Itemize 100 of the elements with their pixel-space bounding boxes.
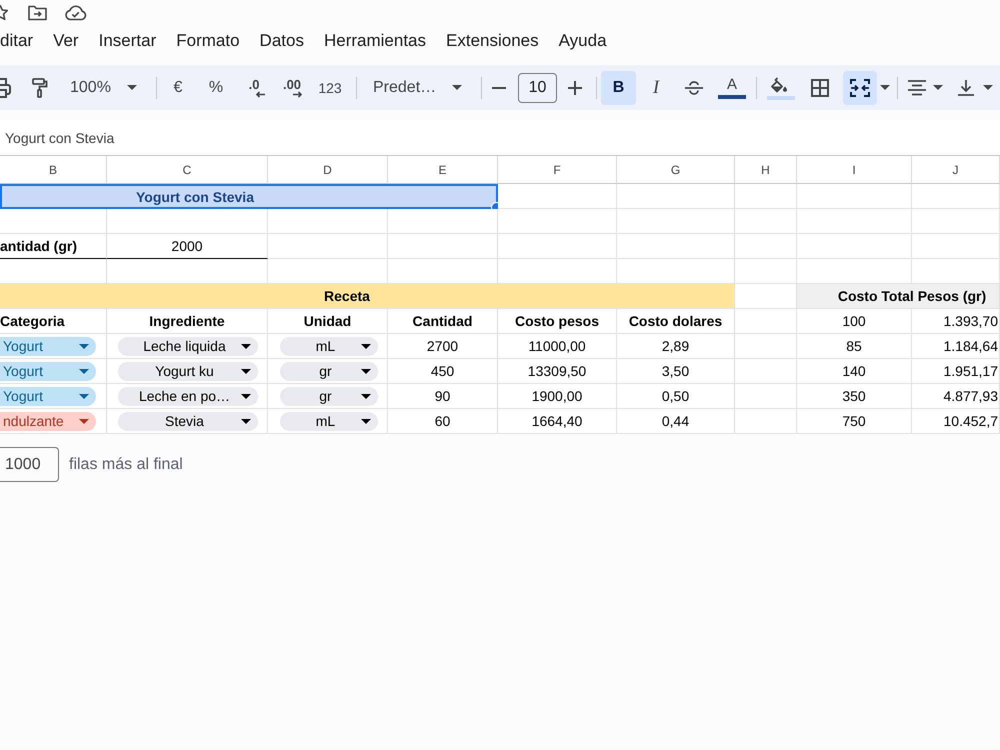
table-cell: 140: [797, 359, 912, 384]
table-cell: 750: [797, 409, 912, 434]
caret-icon: [79, 394, 89, 398]
category-dropdown-chip[interactable]: Yogurt: [0, 336, 96, 356]
zoom-dropdown[interactable]: 100%: [62, 70, 145, 104]
text-color-button[interactable]: A: [716, 70, 748, 104]
ingredient-dropdown-chip[interactable]: Stevia: [118, 412, 258, 430]
header-cell: Categoria: [0, 309, 107, 334]
caret-icon: [880, 85, 890, 90]
menu-item[interactable]: Herramientas: [324, 31, 426, 51]
italic-button[interactable]: I: [640, 70, 672, 104]
unit-dropdown-chip[interactable]: gr: [280, 362, 378, 380]
column-header[interactable]: D: [268, 156, 388, 184]
table-cell: 90: [388, 384, 498, 409]
caret-icon: [933, 85, 943, 90]
column-header[interactable]: E: [388, 156, 498, 184]
table-cell: 60: [388, 409, 498, 434]
table-cell: 1.393,70: [912, 309, 1000, 334]
paint-roller-icon: [32, 78, 48, 98]
table-cell: 85: [797, 334, 912, 359]
number-format-button[interactable]: 123: [314, 70, 346, 104]
caret-icon: [361, 418, 371, 424]
increase-decimals-button[interactable]: .00: [276, 70, 308, 104]
header-cell: Unidad: [268, 309, 388, 334]
folder-arrow-icon[interactable]: [28, 4, 47, 20]
column-header[interactable]: I: [797, 156, 912, 184]
table-cell: 450: [388, 359, 498, 384]
menu-item[interactable]: Ver: [53, 31, 79, 51]
column-header[interactable]: J: [912, 156, 1000, 184]
column-header[interactable]: F: [498, 156, 617, 184]
header-cell: Costo dolares: [617, 309, 735, 334]
decrease-decimals-button[interactable]: .0: [238, 70, 270, 104]
row-count-input[interactable]: 1000: [0, 447, 59, 482]
formula-input[interactable]: Yogurt con Stevia: [0, 120, 1000, 155]
table-cell: 0,50: [617, 384, 735, 409]
table-cell: 3,50: [617, 359, 735, 384]
add-rows-label: filas más al final: [69, 456, 183, 474]
bold-button[interactable]: B: [601, 70, 636, 104]
menu-item[interactable]: ditar: [0, 31, 34, 51]
unit-dropdown-chip[interactable]: mL: [280, 336, 378, 356]
caret-icon: [361, 394, 371, 398]
table-cell: antidad (gr): [0, 234, 107, 259]
ingredient-dropdown-chip[interactable]: Leche en po…: [118, 386, 258, 406]
font-dropdown[interactable]: Predet…: [365, 70, 470, 104]
plus-icon: [568, 80, 582, 94]
header-cell: Ingrediente: [107, 309, 268, 334]
table-cell: 2700: [388, 334, 498, 359]
category-dropdown-chip[interactable]: ndulzante: [0, 412, 96, 430]
menu-item[interactable]: Insertar: [98, 31, 156, 51]
section-header-cell: Costo Total Pesos (gr): [797, 284, 1000, 309]
align-center-icon: [908, 80, 926, 96]
column-header[interactable]: C: [107, 156, 268, 184]
table-cell: 0,44: [617, 409, 735, 434]
paint-bucket-icon: [767, 76, 795, 100]
caret-icon: [983, 85, 993, 90]
table-cell: 1664,40: [498, 409, 617, 434]
column-header[interactable]: G: [617, 156, 735, 184]
table-cell: 350: [797, 384, 912, 409]
caret-icon: [241, 368, 251, 374]
color-underline-icon: [718, 94, 746, 98]
caret-icon: [361, 344, 371, 348]
caret-icon: [79, 418, 89, 424]
caret-icon: [452, 85, 462, 90]
align-bottom-icon: [958, 80, 974, 96]
caret-icon: [127, 85, 137, 90]
cloud-check-icon[interactable]: [64, 4, 87, 21]
table-cell: 1.184,64: [912, 334, 1000, 359]
header-cell: Costo pesos: [498, 309, 617, 334]
merge-cells-button[interactable]: [843, 70, 877, 104]
table-cell: 10.452,7: [912, 409, 1000, 434]
menu-item[interactable]: Datos: [260, 31, 304, 51]
strikethrough-icon: [685, 80, 703, 94]
menu-item[interactable]: Formato: [176, 31, 240, 51]
font-size-input[interactable]: 10: [518, 72, 557, 102]
table-cell: 1.951,17: [912, 359, 1000, 384]
table-cell: 2000: [107, 234, 268, 259]
printer-icon[interactable]: [0, 78, 12, 98]
category-dropdown-chip[interactable]: Yogurt: [0, 362, 96, 380]
menu-item[interactable]: Extensiones: [446, 31, 539, 51]
menu-item[interactable]: Ayuda: [558, 31, 607, 51]
arrow-left-icon: [255, 90, 265, 98]
table-cell: 2,89: [617, 334, 735, 359]
merged-title-cell: Yogurt con Stevia: [0, 184, 498, 209]
caret-icon: [241, 418, 251, 424]
column-header[interactable]: H: [735, 156, 797, 184]
percent-format-button[interactable]: %: [200, 70, 232, 104]
category-dropdown-chip[interactable]: Yogurt: [0, 386, 96, 406]
column-header[interactable]: B: [0, 156, 107, 184]
caret-icon: [79, 344, 89, 348]
ingredient-dropdown-chip[interactable]: Yogurt ku: [118, 362, 258, 380]
currency-format-button[interactable]: €: [162, 70, 194, 104]
caret-icon: [79, 368, 89, 374]
arrow-right-icon: [293, 90, 303, 98]
unit-dropdown-chip[interactable]: gr: [280, 386, 378, 406]
header-cell: Cantidad: [388, 309, 498, 334]
minus-icon: [492, 86, 506, 88]
merge-cells-icon: [850, 78, 870, 96]
unit-dropdown-chip[interactable]: mL: [280, 412, 378, 430]
ingredient-dropdown-chip[interactable]: Leche liquida: [118, 336, 258, 356]
table-cell: 4.877,93: [912, 384, 1000, 409]
